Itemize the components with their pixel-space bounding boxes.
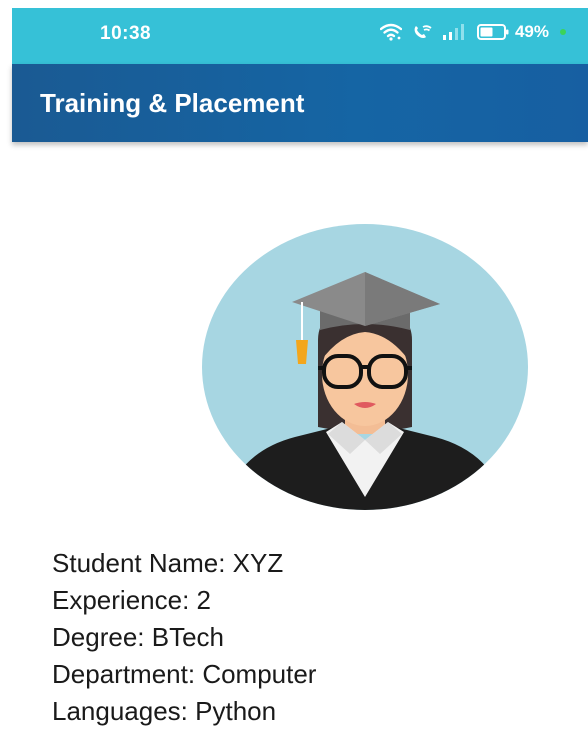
department-row: Department: Computer — [52, 656, 316, 693]
degree-label: Degree: — [52, 622, 145, 652]
languages-label: Languages: — [52, 696, 188, 726]
experience-label: Experience: — [52, 585, 190, 615]
student-name-value: XYZ — [232, 548, 284, 578]
department-value: Computer — [202, 659, 317, 689]
status-bar: 10:38 49% — [12, 8, 588, 64]
degree-value: BTech — [151, 622, 224, 652]
battery-icon — [476, 23, 509, 41]
wifi-call-icon — [411, 23, 433, 41]
wifi-icon — [379, 23, 402, 41]
notification-dot — [560, 29, 566, 35]
status-icons: 49% — [379, 22, 566, 42]
experience-row: Experience: 2 — [52, 582, 316, 619]
app-bar: Training & Placement — [12, 64, 588, 142]
student-name-label: Student Name: — [52, 548, 226, 578]
app-title: Training & Placement — [40, 88, 305, 118]
battery-percent: 49% — [514, 22, 549, 41]
graduate-avatar — [200, 222, 530, 522]
student-name-row: Student Name: XYZ — [52, 545, 316, 582]
signal-icon — [442, 23, 468, 41]
status-time: 10:38 — [100, 23, 152, 44]
department-label: Department: — [52, 659, 196, 689]
student-info: Student Name: XYZ Experience: 2 Degree: … — [52, 545, 316, 730]
languages-value: Python — [195, 696, 277, 726]
experience-value: 2 — [196, 585, 212, 615]
degree-row: Degree: BTech — [52, 619, 316, 656]
languages-row: Languages: Python — [52, 693, 316, 730]
